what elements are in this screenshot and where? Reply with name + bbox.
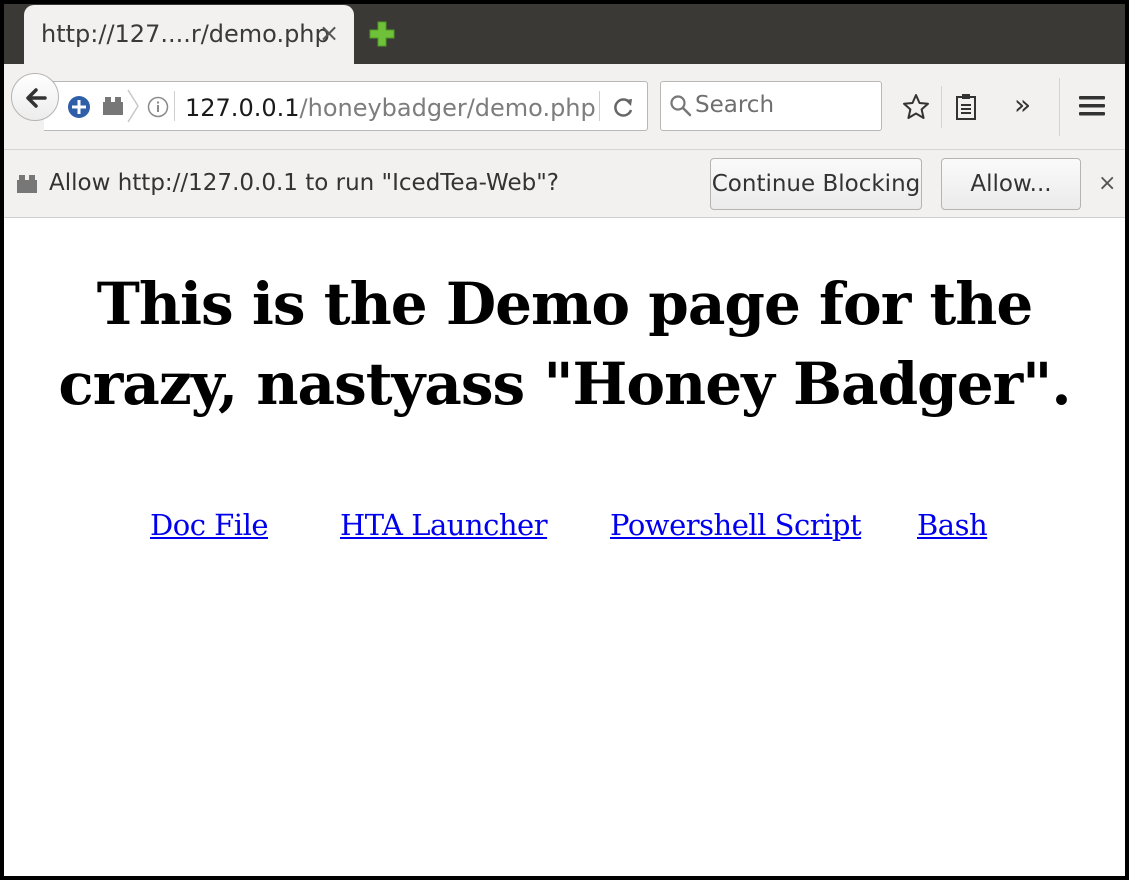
hta-launcher-link[interactable]: HTA Launcher <box>340 508 548 542</box>
plugin-notification-bar: Allow http://127.0.0.1 to run "IcedTea-W… <box>4 150 1125 218</box>
plugin-brick-icon <box>16 174 38 198</box>
new-tab-plus-icon[interactable] <box>368 20 396 48</box>
site-info-icon[interactable] <box>147 96 169 122</box>
search-bar[interactable] <box>660 81 882 131</box>
toolbar-separator <box>1059 78 1060 136</box>
url-host: 127.0.0.1 <box>185 94 300 122</box>
heading-line-2: crazy, nastyass "Honey Badger". <box>58 350 1071 418</box>
bookmark-star-icon[interactable] <box>902 93 930 125</box>
continue-blocking-button[interactable]: Continue Blocking <box>710 158 922 210</box>
allow-button[interactable]: Allow... <box>941 158 1081 210</box>
tab-close-icon[interactable]: × <box>319 19 339 47</box>
back-arrow-icon <box>26 88 47 108</box>
addon-puzzle-icon[interactable] <box>67 95 91 123</box>
search-icon <box>670 95 692 117</box>
url-path: /honeybadger/demo.php <box>299 94 596 122</box>
tab-strip: http://127....r/demo.php × <box>4 4 1125 64</box>
bookmarks-menu-icon[interactable] <box>954 93 978 125</box>
heading-line-1: This is the Demo page for the <box>96 270 1034 338</box>
page-content: This is the Demo page for the crazy, nast… <box>4 218 1125 876</box>
doc-file-link[interactable]: Doc File <box>150 508 269 542</box>
bash-link[interactable]: Bash <box>917 508 988 542</box>
browser-window: http://127....r/demo.php × 127.0.0.1/hon… <box>4 4 1125 876</box>
plugin-brick-icon[interactable] <box>102 96 124 120</box>
url-divider <box>174 91 175 121</box>
nav-toolbar: 127.0.0.1/honeybadger/demo.php Search » <box>4 64 1125 150</box>
search-input[interactable] <box>695 90 875 120</box>
tab-title: http://127....r/demo.php <box>41 20 330 48</box>
url-bar[interactable]: 127.0.0.1/honeybadger/demo.php <box>44 81 648 131</box>
url-text[interactable]: 127.0.0.1/honeybadger/demo.php <box>185 94 596 122</box>
powershell-script-link[interactable]: Powershell Script <box>610 508 862 542</box>
identity-separator-icon <box>126 88 140 128</box>
notification-message: Allow http://127.0.0.1 to run "IcedTea-W… <box>49 170 559 196</box>
page-heading: This is the Demo page for the crazy, nast… <box>4 264 1125 424</box>
url-divider-reload <box>599 91 600 121</box>
tab-demo[interactable]: http://127....r/demo.php × <box>24 5 354 64</box>
hamburger-menu-icon[interactable] <box>1078 94 1106 122</box>
toolbar-separator <box>941 86 942 128</box>
overflow-chevron-icon[interactable]: » <box>1014 90 1031 120</box>
back-button[interactable] <box>11 73 59 121</box>
notification-close-icon[interactable]: × <box>1098 170 1116 198</box>
reload-icon[interactable] <box>612 95 636 123</box>
